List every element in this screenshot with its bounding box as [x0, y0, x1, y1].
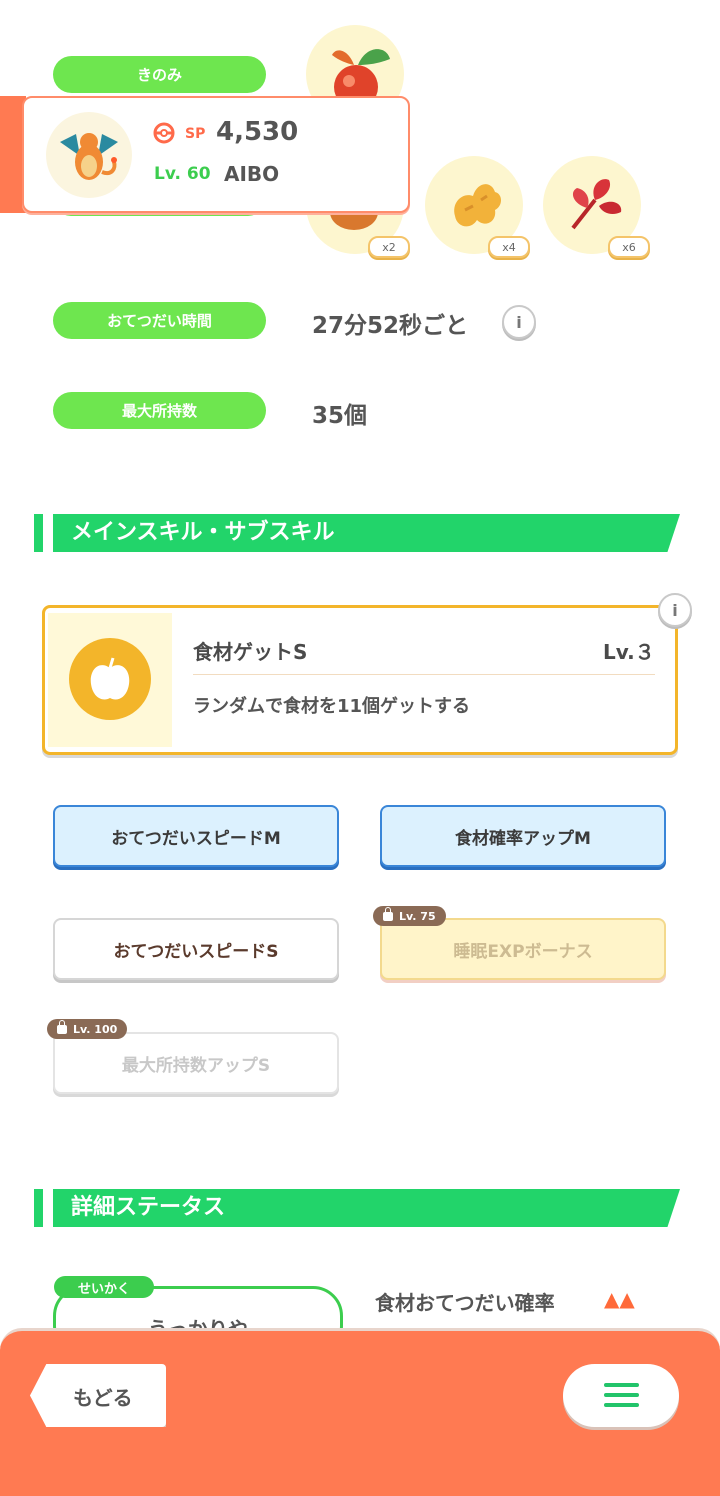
section-header-skills: メインスキル・サブスキル	[34, 514, 680, 552]
lock-icon	[383, 906, 393, 921]
main-skill-description: ランダムで食材を11個ゲットする	[193, 696, 471, 717]
max-carry-value: 35個	[312, 403, 368, 429]
pokemon-level: Lv. 60	[154, 164, 211, 184]
section-title: メインスキル・サブスキル	[71, 520, 335, 545]
info-icon[interactable]: i	[502, 305, 536, 339]
help-time-label: おてつだい時間	[53, 302, 266, 339]
back-button[interactable]: もどる	[30, 1364, 166, 1427]
nature-tag: せいかく	[54, 1276, 154, 1298]
section-title: 詳細ステータス	[71, 1195, 226, 1220]
pokemon-card[interactable]: SP 4,530 Lv. 60 AIBO	[0, 96, 410, 213]
back-button-label: もどる	[73, 1386, 133, 1410]
sp-label: SP	[185, 126, 206, 142]
pokemon-nickname: AIBO	[224, 162, 280, 186]
help-time-value: 27分52秒ごと	[312, 313, 469, 339]
main-skill-card[interactable]: 食材ゲットS Lv.３ ランダムで食材を11個ゲットする	[42, 605, 678, 755]
main-skill-level: Lv.３	[603, 640, 655, 664]
unlock-level-tag: Lv. 75	[373, 906, 446, 926]
footer-bar: もどる	[0, 1328, 720, 1496]
pokeball-icon	[153, 122, 175, 144]
hamburger-menu-icon	[604, 1383, 639, 1407]
ingredient-count-badge: x2	[368, 236, 410, 258]
sub-skill-button-locked[interactable]: 睡眠EXPボーナス	[380, 918, 666, 980]
ingredient-count-badge: x4	[488, 236, 530, 258]
lock-icon	[57, 1019, 67, 1034]
section-header-details: 詳細ステータス	[34, 1189, 680, 1227]
sub-skill-button[interactable]: おてつだいスピードM	[53, 805, 339, 867]
berry-label: きのみ	[53, 56, 266, 93]
charizard-icon	[60, 133, 118, 180]
main-skill-name: 食材ゲットS	[193, 640, 308, 664]
unlock-level-text: Lv. 75	[399, 909, 436, 923]
nature-effect-label: 食材おてつだい確率	[375, 1291, 555, 1315]
apple-icon	[90, 657, 130, 700]
sub-skill-button[interactable]: おてつだいスピードS	[53, 918, 339, 980]
sub-skill-button-locked[interactable]: 最大所持数アップS	[53, 1032, 339, 1094]
max-carry-label: 最大所持数	[53, 392, 266, 429]
ingredient-count-badge: x6	[608, 236, 650, 258]
unlock-level-tag: Lv. 100	[47, 1019, 128, 1039]
sp-value: 4,530	[216, 117, 299, 147]
info-icon[interactable]: i	[658, 593, 692, 627]
pokemon-avatar	[46, 112, 132, 198]
unlock-level-text: Lv. 100	[73, 1022, 118, 1036]
menu-button[interactable]	[563, 1364, 679, 1427]
main-skill-icon-circle	[69, 638, 151, 720]
nature-effect-up-icon: ▲▲	[604, 1287, 635, 1311]
sub-skill-button[interactable]: 食材確率アップM	[380, 805, 666, 867]
